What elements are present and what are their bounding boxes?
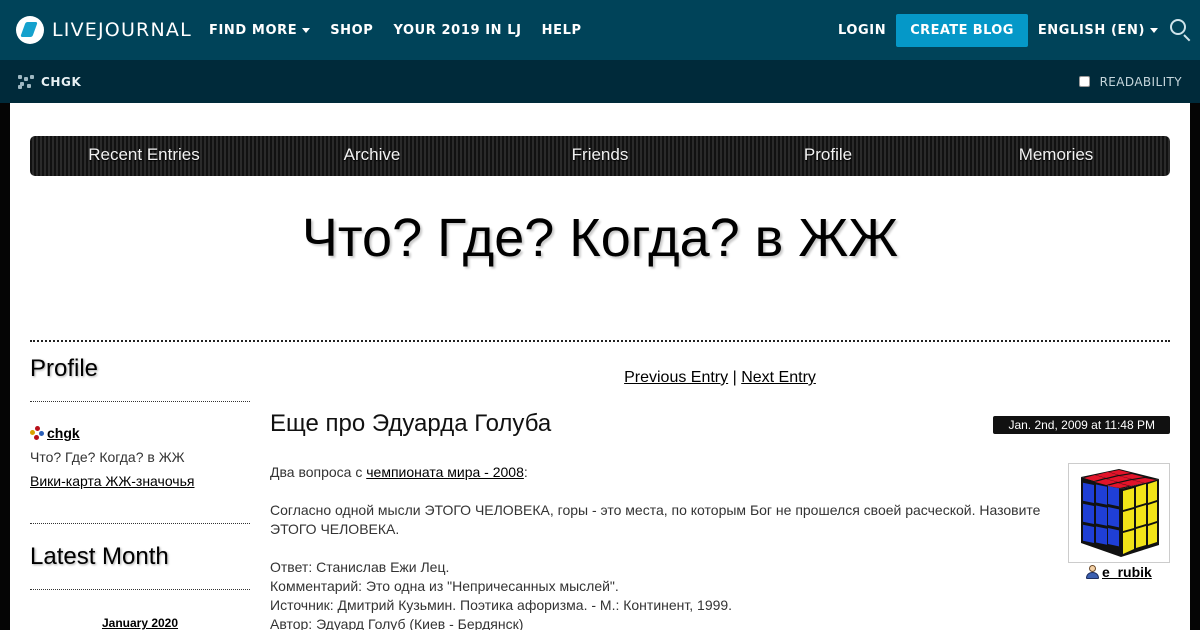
entry-body: Два вопроса с чемпионата мира - 2008: Со… <box>270 463 1060 630</box>
next-entry-link[interactable]: Next Entry <box>741 369 816 386</box>
divider <box>30 589 250 590</box>
journal-frame-right <box>1190 103 1200 630</box>
journal-sub-bar: CHGK READABILITY <box>0 60 1200 103</box>
divider <box>30 401 250 402</box>
nav-year-in-lj[interactable]: YOUR 2019 IN LJ <box>393 23 521 38</box>
tab-archive[interactable]: Archive <box>258 136 486 176</box>
entry-intro-text: Два вопроса с <box>270 464 367 480</box>
entry-date: Jan. 2nd, 2009 at 11:48 PM <box>993 416 1170 434</box>
nav-find-more[interactable]: FIND MORE <box>209 22 311 38</box>
login-link[interactable]: LOGIN <box>838 23 886 38</box>
lj-header-actions: LOGIN CREATE BLOG ENGLISH (EN) <box>838 0 1200 60</box>
userpic[interactable] <box>1068 463 1170 563</box>
journal-page: Recent Entries Archive Friends Profile M… <box>10 103 1190 630</box>
community-username: chgk <box>47 425 80 441</box>
logo-text: LIVEJOURNAL <box>52 19 192 41</box>
entry-intro-suffix: : <box>523 464 528 480</box>
entry-title: Еще про Эдуарда Голуба <box>270 410 552 437</box>
create-blog-label: CREATE BLOG <box>910 22 1014 38</box>
poster-username: e_rubik <box>1102 564 1152 580</box>
readability-checkbox[interactable] <box>1078 76 1090 87</box>
readability-toggle[interactable]: READABILITY <box>1078 60 1182 103</box>
entry-navigation: Previous Entry | Next Entry <box>270 369 1170 387</box>
nav-help[interactable]: HELP <box>542 23 582 38</box>
tab-memories[interactable]: Memories <box>942 136 1170 176</box>
divider <box>30 340 1170 342</box>
lj-top-bar: LIVEJOURNAL FIND MORE SHOP YOUR 2019 IN … <box>0 0 1200 60</box>
readability-label: READABILITY <box>1099 74 1182 89</box>
divider <box>30 523 250 524</box>
nav-find-more-label: FIND MORE <box>209 22 298 38</box>
entry-poster-link[interactable]: e_rubik <box>1085 564 1152 580</box>
championship-link[interactable]: чемпионата мира - 2008 <box>366 464 524 480</box>
community-user-link[interactable]: chgk <box>30 425 80 441</box>
community-icon <box>18 74 34 89</box>
comment-text: Комментарий: Это одна из "Непричесанных … <box>270 578 619 594</box>
nav-shop[interactable]: SHOP <box>330 23 373 38</box>
community-description: Что? Где? Когда? в ЖЖ <box>30 449 185 465</box>
journal-title: Что? Где? Когда? в ЖЖ <box>301 208 899 268</box>
journal-frame-left <box>0 103 10 630</box>
previous-entry-link[interactable]: Previous Entry <box>624 369 728 386</box>
tab-recent-entries[interactable]: Recent Entries <box>30 136 258 176</box>
language-label: ENGLISH (EN) <box>1037 22 1145 38</box>
journal-user-name: CHGK <box>41 74 82 89</box>
chevron-down-icon <box>1150 27 1158 33</box>
answer-text: Ответ: Станислав Ежи Лец. <box>270 559 450 575</box>
profile-heading: Profile <box>30 355 99 382</box>
language-selector[interactable]: ENGLISH (EN) <box>1038 23 1158 38</box>
nav-year-in-lj-label: YOUR 2019 IN LJ <box>393 22 522 38</box>
search-icon[interactable] <box>1164 10 1200 50</box>
nav-shop-label: SHOP <box>330 22 374 38</box>
question-text: Согласно одной мысли ЭТОГО ЧЕЛОВЕКА, гор… <box>270 502 1041 537</box>
source-text: Источник: Дмитрий Кузьмин. Поэтика афори… <box>270 597 733 613</box>
tab-friends[interactable]: Friends <box>486 136 714 176</box>
latest-month-heading: Latest Month <box>30 543 169 570</box>
tab-profile[interactable]: Profile <box>714 136 942 176</box>
lj-main-nav: FIND MORE SHOP YOUR 2019 IN LJ HELP <box>209 0 602 60</box>
community-user-icon <box>30 426 44 440</box>
journal-nav: Recent Entries Archive Friends Profile M… <box>30 136 1170 176</box>
rubik-cube-image <box>1081 469 1159 557</box>
create-blog-button[interactable]: CREATE BLOG <box>896 13 1028 47</box>
journal-user-link[interactable]: CHGK <box>18 60 81 103</box>
author-text: Автор: Эдуард Голуб (Киев - Бердянск) <box>270 616 524 630</box>
wiki-map-link[interactable]: Вики-карта ЖЖ-значочья <box>30 473 194 489</box>
livejournal-logo-icon <box>16 16 44 44</box>
nav-help-label: HELP <box>541 22 582 38</box>
entry-nav-separator: | <box>732 369 737 386</box>
month-link[interactable]: January 2020 <box>30 616 250 630</box>
entry-intro: Два вопроса с чемпионата мира - 2008: <box>270 463 1060 482</box>
user-icon <box>1085 564 1100 580</box>
livejournal-logo[interactable]: LIVEJOURNAL <box>16 15 192 45</box>
chevron-down-icon <box>302 27 311 33</box>
